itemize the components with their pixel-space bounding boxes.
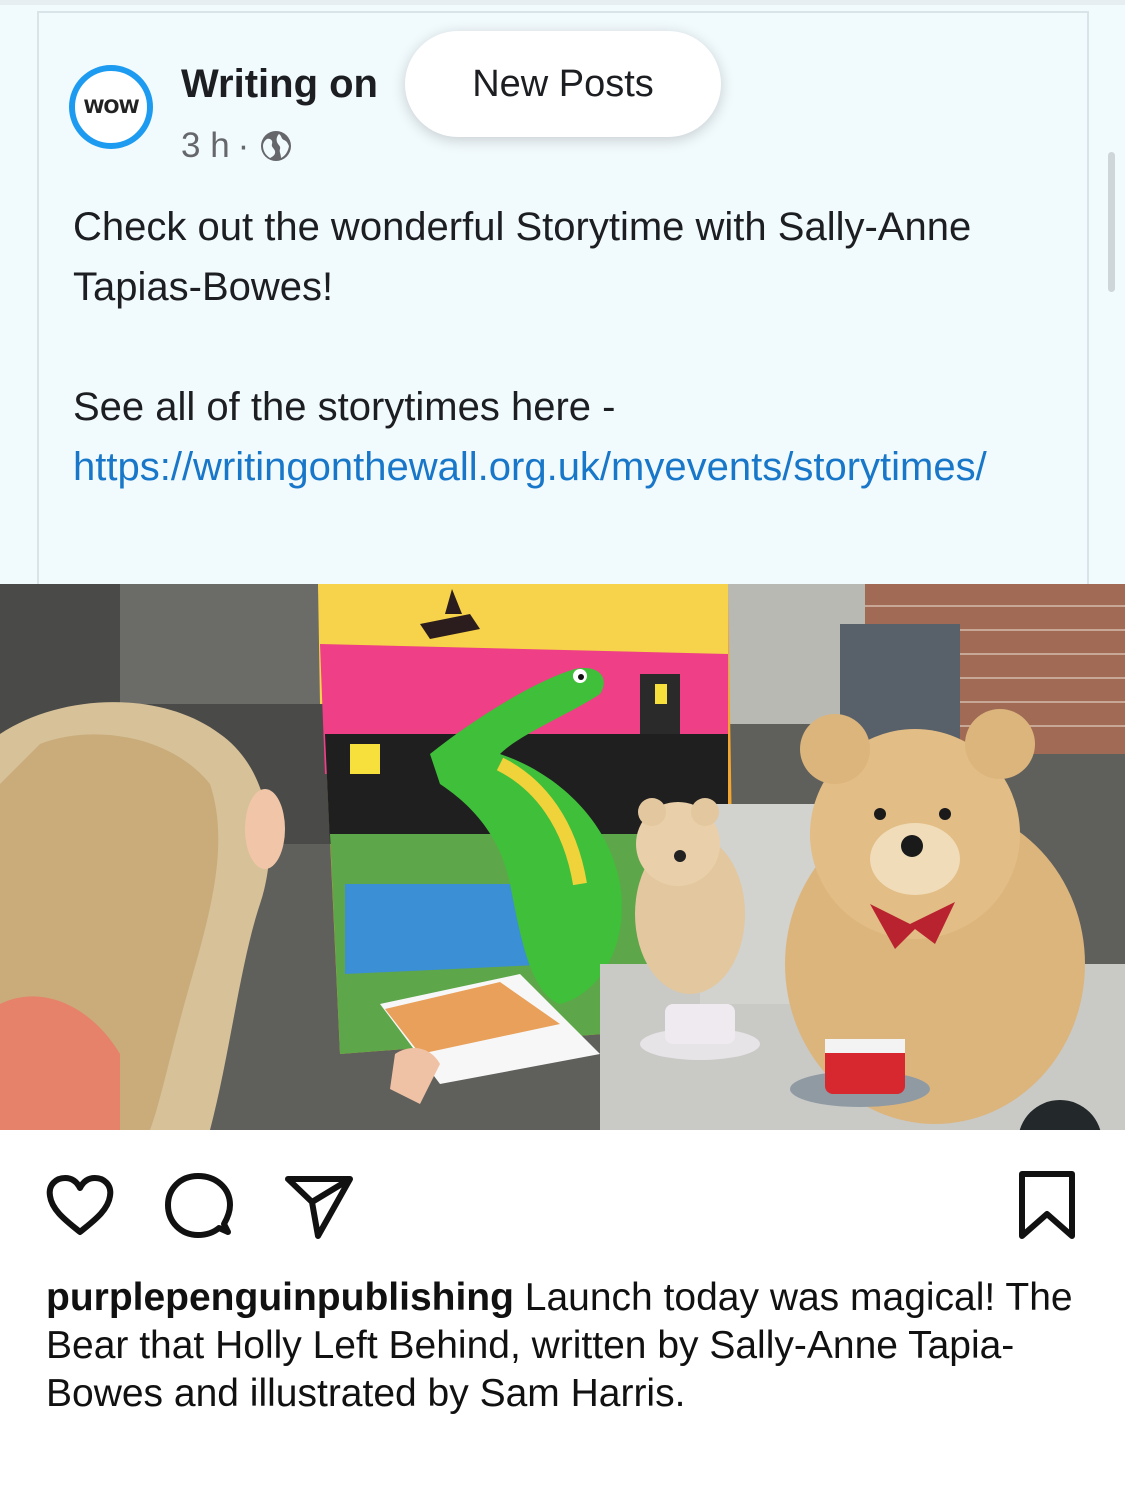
avatar-logo-text: WOW (83, 96, 139, 118)
post-meta: 3 h · (181, 126, 293, 166)
comment-icon[interactable] (164, 1172, 234, 1242)
top-divider (0, 0, 1125, 5)
heart-icon[interactable] (44, 1174, 116, 1238)
post-body: Check out the wonderful Storytime with S… (73, 197, 1063, 497)
send-icon[interactable] (284, 1174, 354, 1240)
action-bar (0, 1130, 1125, 1270)
post-caption: purplepenguinpublishing Launch today was… (46, 1274, 1086, 1418)
page-name[interactable]: Writing on (181, 62, 378, 107)
bookmark-icon[interactable] (1016, 1170, 1078, 1242)
scrollbar-thumb[interactable] (1108, 152, 1115, 292)
page-avatar[interactable]: WOW (69, 65, 153, 149)
post-text-line-2: See all of the storytimes here - (73, 385, 616, 429)
new-posts-button[interactable]: New Posts (405, 31, 721, 137)
screenshot-area: WOW Writing on 3 h · New Posts Check out… (0, 0, 1125, 1130)
storytime-photo[interactable] (0, 584, 1125, 1130)
storytimes-link[interactable]: https://writingonthewall.org.uk/myevents… (73, 445, 987, 489)
post-time: 3 h (181, 126, 230, 165)
caption-username[interactable]: purplepenguinpublishing (46, 1276, 514, 1319)
post-text-line-1: Check out the wonderful Storytime with S… (73, 205, 972, 309)
meta-separator: · (237, 126, 250, 165)
globe-icon (261, 131, 292, 161)
photo-illustration (0, 584, 1125, 1130)
